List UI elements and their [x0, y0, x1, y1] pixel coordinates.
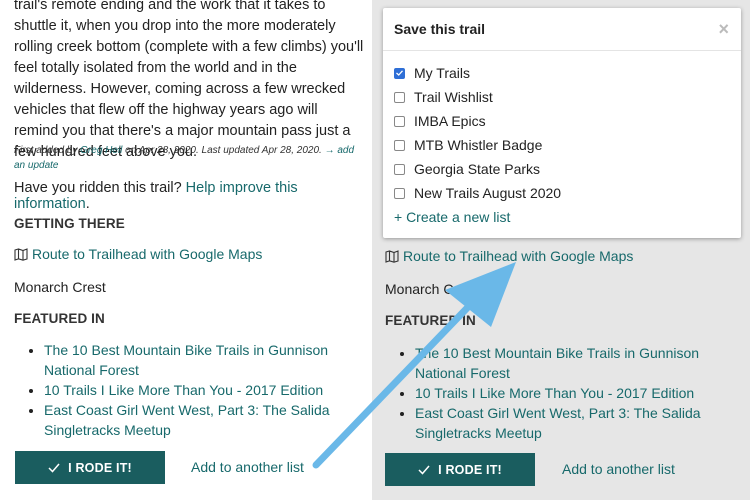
- i-rode-it-label-dimmed: I RODE IT!: [438, 462, 502, 477]
- route-row: Route to Trailhead with Google Maps: [14, 246, 364, 262]
- featured-link-dimmed-3[interactable]: East Coast Girl Went West, Part 3: The S…: [415, 405, 701, 441]
- list-option-label: IMBA Epics: [414, 113, 486, 129]
- featured-list: The 10 Best Mountain Bike Trails in Gunn…: [14, 340, 344, 440]
- featured-link-2[interactable]: 10 Trails I Like More Than You - 2017 Ed…: [44, 382, 323, 398]
- list-option-my-trails[interactable]: My Trails: [383, 61, 741, 85]
- list-item: East Coast Girl Went West, Part 3: The S…: [44, 400, 344, 440]
- featured-link-1[interactable]: The 10 Best Mountain Bike Trails in Gunn…: [44, 342, 328, 378]
- checkmark-icon: [48, 463, 60, 473]
- route-to-trailhead-link[interactable]: Route to Trailhead with Google Maps: [32, 246, 262, 262]
- map-icon: [385, 249, 399, 263]
- list-option-label: New Trails August 2020: [414, 185, 562, 201]
- list-option-new-trails-august-2020[interactable]: New Trails August 2020: [383, 181, 741, 205]
- close-icon[interactable]: ×: [718, 20, 729, 38]
- list-option-label: MTB Whistler Badge: [414, 137, 543, 153]
- getting-there-title: GETTING THERE: [14, 216, 125, 231]
- attribution-prefix: First added by: [14, 145, 81, 156]
- ridden-question: Have you ridden this trail?: [14, 180, 186, 196]
- i-rode-it-label: I RODE IT!: [68, 460, 132, 475]
- location-text-dimmed: Monarch Crest: [385, 281, 477, 297]
- checkbox-icon[interactable]: [394, 139, 405, 151]
- save-trail-modal: Save this trail × My Trails Trail Wishli…: [383, 8, 741, 238]
- getting-there-heading: GETTING THERE: [14, 216, 364, 231]
- list-options: My Trails Trail Wishlist IMBA Epics MTB …: [383, 51, 741, 229]
- modal-header: Save this trail ×: [383, 8, 741, 51]
- trail-description: trail's remote ending and the work that …: [14, 0, 364, 163]
- route-row-dimmed: Route to Trailhead with Google Maps: [385, 248, 735, 264]
- list-option-imba-epics[interactable]: IMBA Epics: [383, 109, 741, 133]
- list-option-trail-wishlist[interactable]: Trail Wishlist: [383, 85, 741, 109]
- list-option-label: Georgia State Parks: [414, 161, 541, 177]
- map-icon: [14, 247, 28, 261]
- featured-list-dimmed: The 10 Best Mountain Bike Trails in Gunn…: [385, 343, 715, 443]
- list-option-label: My Trails: [414, 65, 470, 81]
- modal-title: Save this trail: [394, 21, 486, 37]
- attribution-line: First added by Greg Heil on Apr 28, 2020…: [14, 143, 364, 173]
- list-option-mtb-whistler-badge[interactable]: MTB Whistler Badge: [383, 133, 741, 157]
- checkmark-icon: [418, 465, 430, 475]
- location-row: Monarch Crest: [14, 279, 364, 295]
- trail-page-left: trail's remote ending and the work that …: [0, 0, 372, 500]
- checkbox-icon[interactable]: [394, 91, 405, 103]
- ridden-prompt: Have you ridden this trail? Help improve…: [14, 180, 364, 212]
- featured-link-3[interactable]: East Coast Girl Went West, Part 3: The S…: [44, 402, 330, 438]
- attribution-middle: on Apr 28, 2020. Last updated Apr 28, 20…: [122, 145, 325, 156]
- featured-link-dimmed-2[interactable]: 10 Trails I Like More Than You - 2017 Ed…: [415, 385, 694, 401]
- i-rode-it-button[interactable]: I RODE IT!: [15, 451, 165, 484]
- route-to-trailhead-link-dimmed[interactable]: Route to Trailhead with Google Maps: [403, 248, 633, 264]
- location-row-dimmed: Monarch Crest: [385, 281, 735, 297]
- featured-link-dimmed-1[interactable]: The 10 Best Mountain Bike Trails in Gunn…: [415, 345, 699, 381]
- i-rode-it-button-dimmed[interactable]: I RODE IT!: [385, 453, 535, 486]
- list-item: 10 Trails I Like More Than You - 2017 Ed…: [44, 380, 344, 400]
- ridden-suffix: .: [85, 196, 90, 212]
- featured-heading: FEATURED IN: [14, 311, 364, 326]
- list-item: The 10 Best Mountain Bike Trails in Gunn…: [415, 343, 715, 383]
- description-text: trail's remote ending and the work that …: [14, 0, 364, 160]
- featured-title-dimmed: FEATURED IN: [385, 313, 476, 328]
- list-item: The 10 Best Mountain Bike Trails in Gunn…: [44, 340, 344, 380]
- create-new-list-link[interactable]: + Create a new list: [383, 205, 741, 229]
- location-text: Monarch Crest: [14, 279, 106, 295]
- author-link[interactable]: Greg Heil: [80, 145, 122, 156]
- checkbox-icon[interactable]: [394, 163, 405, 175]
- checkbox-icon[interactable]: [394, 187, 405, 199]
- list-option-georgia-state-parks[interactable]: Georgia State Parks: [383, 157, 741, 181]
- checkbox-icon[interactable]: [394, 115, 405, 127]
- list-item: East Coast Girl Went West, Part 3: The S…: [415, 403, 715, 443]
- list-option-label: Trail Wishlist: [414, 89, 493, 105]
- featured-title: FEATURED IN: [14, 311, 105, 326]
- add-to-another-list-link[interactable]: Add to another list: [191, 459, 304, 475]
- list-item: 10 Trails I Like More Than You - 2017 Ed…: [415, 383, 715, 403]
- checkbox-checked-icon[interactable]: [394, 67, 405, 79]
- featured-heading-dimmed: FEATURED IN: [385, 313, 735, 328]
- add-to-another-list-link-dimmed[interactable]: Add to another list: [562, 461, 675, 477]
